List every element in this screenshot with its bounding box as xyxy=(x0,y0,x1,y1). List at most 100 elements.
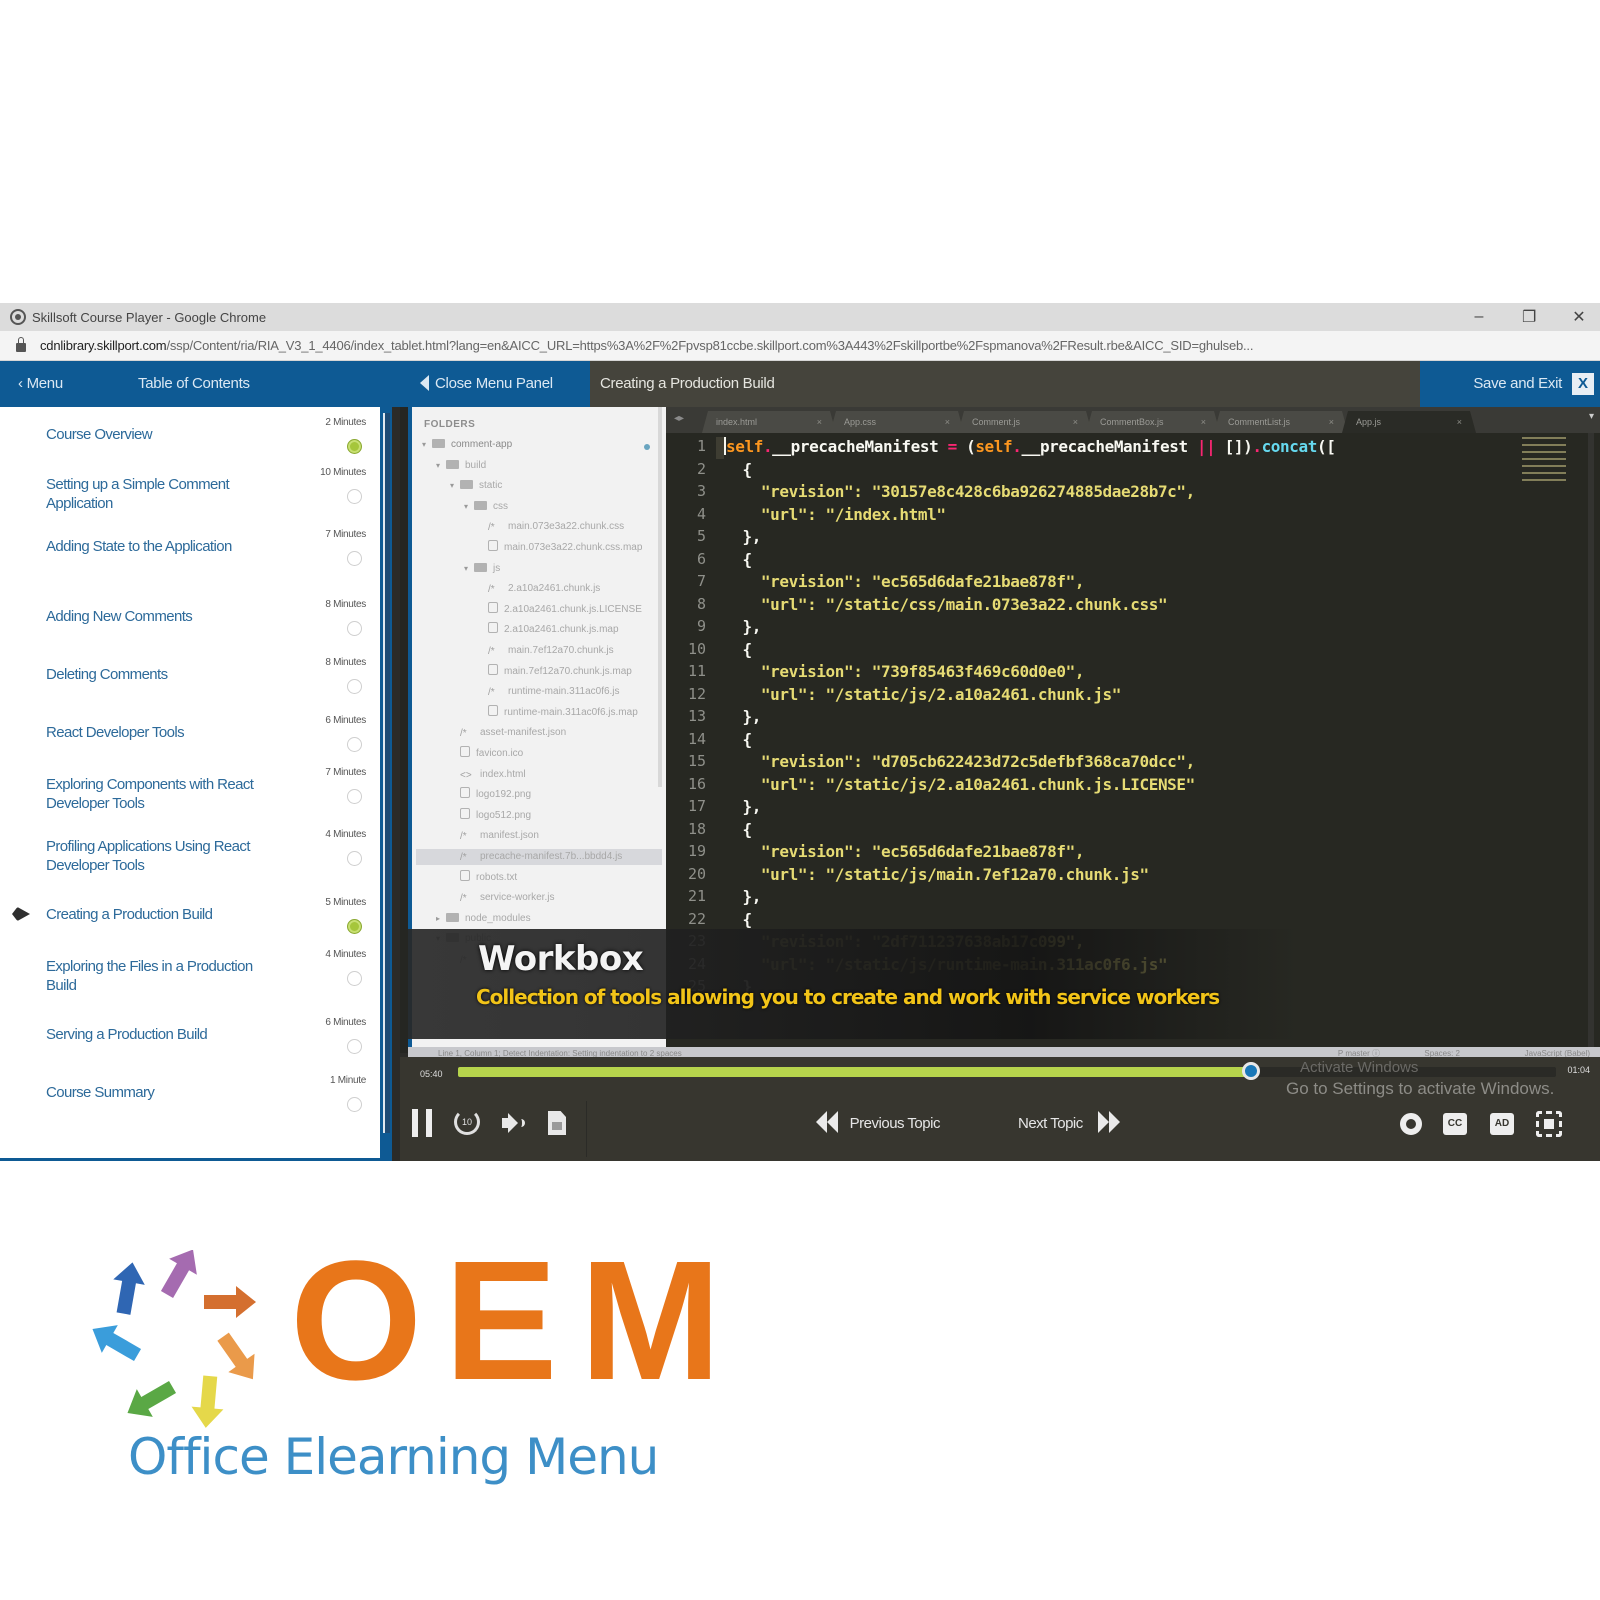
close-player-icon[interactable]: X xyxy=(1572,373,1594,395)
tab-close-icon[interactable]: × xyxy=(1073,411,1078,433)
folder-tree-file[interactable]: 2.a10a2461.chunk.js.map xyxy=(488,622,619,638)
toc-item-title: Profiling Applications Using React Devel… xyxy=(46,838,250,874)
toc-item-duration: 6 Minutes xyxy=(325,715,366,726)
fullscreen-icon[interactable] xyxy=(1536,1111,1562,1137)
previous-topic-button[interactable]: Previous Topic xyxy=(816,1111,940,1137)
editor-tab[interactable]: App.js × xyxy=(1342,411,1476,433)
url-host: cdnlibrary.skillport.com xyxy=(40,338,167,353)
chevron-down-icon[interactable]: ▾ xyxy=(422,437,432,453)
editor-tab[interactable]: index.html × xyxy=(702,411,836,433)
logo-arrow xyxy=(191,1375,224,1428)
toc-scroll-thumb[interactable] xyxy=(383,413,390,1133)
folder-tree-file[interactable]: 2.a10a2461.chunk.js.LICENSE xyxy=(488,601,642,618)
restore-icon[interactable]: ❐ xyxy=(1522,307,1536,327)
status-completed-icon xyxy=(347,919,362,934)
next-topic-button[interactable]: Next Topic xyxy=(1018,1111,1121,1137)
folder-tree-file[interactable]: /* 2.a10a2461.chunk.js xyxy=(488,581,600,597)
folder-tree-file[interactable]: /* service-worker.js xyxy=(460,890,554,906)
folder-tree-file[interactable]: favicon.ico xyxy=(460,746,523,762)
line-number: 15 xyxy=(687,752,706,770)
chevron-down-icon[interactable]: ▾ xyxy=(450,478,460,494)
code-line: { xyxy=(724,460,752,479)
folder-tree-file[interactable]: /* main.073e3a22.chunk.css xyxy=(488,519,624,535)
close-window-icon[interactable]: ✕ xyxy=(1572,307,1586,327)
chevron-down-icon[interactable]: ▾ xyxy=(464,561,474,577)
audio-description-button[interactable]: AD xyxy=(1490,1113,1514,1135)
code-line: }, xyxy=(724,707,761,726)
folder-tree-file[interactable]: main.073e3a22.chunk.css.map xyxy=(488,540,642,556)
code-token: }, xyxy=(742,617,761,636)
chevron-right-icon[interactable]: ▸ xyxy=(436,911,446,927)
progress-knob[interactable] xyxy=(1241,1062,1260,1080)
editor-tab[interactable]: CommentList.js × xyxy=(1214,411,1348,433)
toc-tab[interactable]: Table of Contents xyxy=(138,361,250,407)
pause-button[interactable] xyxy=(412,1109,432,1137)
toc-item-duration: 4 Minutes xyxy=(325,829,366,840)
table-of-contents: Course Overview 2 Minutes Setting up a Sim… xyxy=(0,407,392,1161)
toc-item-title: Serving a Production Build xyxy=(46,1026,208,1043)
folder-tree-file[interactable]: main.7ef12a70.chunk.js.map xyxy=(488,663,632,680)
file-icon xyxy=(488,704,498,716)
folder-tree-file[interactable]: /* asset-manifest.json xyxy=(460,725,566,741)
modified-dot-icon xyxy=(644,444,650,450)
minimize-icon[interactable]: – xyxy=(1472,308,1486,326)
folder-tree-file[interactable]: <> index.html xyxy=(460,767,526,783)
menu-button[interactable]: ‹ Menu xyxy=(18,361,63,407)
folder-tree-folder[interactable]: ▸ node_modules xyxy=(436,911,531,927)
folder-icon xyxy=(460,480,473,490)
folder-tree-file[interactable]: runtime-main.311ac0f6.js.map xyxy=(488,704,638,721)
folder-tree-folder[interactable]: ▾ css xyxy=(464,499,508,515)
transcript-button[interactable] xyxy=(548,1111,566,1135)
folders-header: FOLDERS xyxy=(424,419,476,430)
folder-tree-file[interactable]: logo192.png xyxy=(460,787,531,803)
url-text[interactable]: cdnlibrary.skillport.com/ssp/Content/ria… xyxy=(40,338,1253,353)
line-number: 18 xyxy=(687,819,706,838)
folder-tree-file[interactable]: /* precache-manifest.7b...bbdd4.js xyxy=(416,849,662,865)
windows-watermark-text: Go to Settings to activate Windows. xyxy=(1286,1079,1555,1098)
tab-close-icon[interactable]: × xyxy=(1201,411,1206,433)
tab-close-icon[interactable]: × xyxy=(817,411,822,433)
code-token: self xyxy=(975,437,1013,456)
toc-item-duration: 6 Minutes xyxy=(325,1017,366,1028)
volume-button[interactable] xyxy=(502,1113,528,1133)
folder-tree-folder[interactable]: ▾ build xyxy=(436,458,486,474)
line-number: 10 xyxy=(687,639,706,658)
line-number: 19 xyxy=(687,842,706,860)
folder-tree-file[interactable]: /* main.7ef12a70.chunk.js xyxy=(488,643,614,659)
editor-tab[interactable]: App.css × xyxy=(830,411,964,433)
code-token: . xyxy=(1252,437,1262,456)
editor-tab-label: CommentList.js xyxy=(1228,417,1291,427)
line-number: 3 xyxy=(696,482,706,500)
closed-captions-button[interactable]: CC xyxy=(1443,1113,1467,1135)
line-number: 16 xyxy=(687,774,706,793)
folder-tree-folder[interactable]: ▾ comment-app xyxy=(422,437,512,453)
tab-close-icon[interactable]: × xyxy=(1457,411,1462,433)
folder-tree-label: runtime-main.311ac0f6.js xyxy=(508,686,620,698)
file-icon xyxy=(460,869,470,881)
tab-close-icon[interactable]: × xyxy=(945,411,950,433)
folder-tree-file[interactable]: /* manifest.json xyxy=(460,828,539,844)
chevron-down-icon[interactable]: ▾ xyxy=(464,499,474,515)
line-number: 9 xyxy=(696,617,706,635)
folder-tree-file[interactable]: /* runtime-main.311ac0f6.js xyxy=(488,684,620,700)
folder-tree-folder[interactable]: ▾ static xyxy=(450,478,502,494)
toc-scrollbar[interactable] xyxy=(380,407,392,1158)
chevron-down-icon[interactable]: ▾ xyxy=(436,458,446,474)
address-bar[interactable]: cdnlibrary.skillport.com/ssp/Content/ria… xyxy=(0,331,1600,361)
next-topic-label: Next Topic xyxy=(1018,1115,1083,1132)
folder-icon xyxy=(446,459,459,469)
folders-scrollbar xyxy=(658,407,662,787)
save-and-exit-button[interactable]: Save and Exit xyxy=(1473,361,1562,407)
close-menu-panel-button[interactable]: Close Menu Panel xyxy=(420,361,553,407)
replay-10-button[interactable]: 10 xyxy=(454,1109,480,1135)
video-frame[interactable]: FOLDERS ▾ comment-app ▾ build ▾ static ▾ css /* m… xyxy=(400,407,1600,1061)
tab-close-icon[interactable]: × xyxy=(1329,411,1334,433)
editor-tab[interactable]: CommentBox.js × xyxy=(1086,411,1220,433)
folder-tree-folder[interactable]: ▾ js xyxy=(464,561,500,577)
folder-tree-file[interactable]: logo512.png xyxy=(460,807,531,824)
settings-gear-icon[interactable] xyxy=(1396,1109,1426,1139)
file-icon xyxy=(460,746,470,757)
file-icon: /* xyxy=(460,831,467,843)
folder-tree-file[interactable]: robots.txt xyxy=(460,869,517,886)
editor-tab[interactable]: Comment.js × xyxy=(958,411,1092,433)
